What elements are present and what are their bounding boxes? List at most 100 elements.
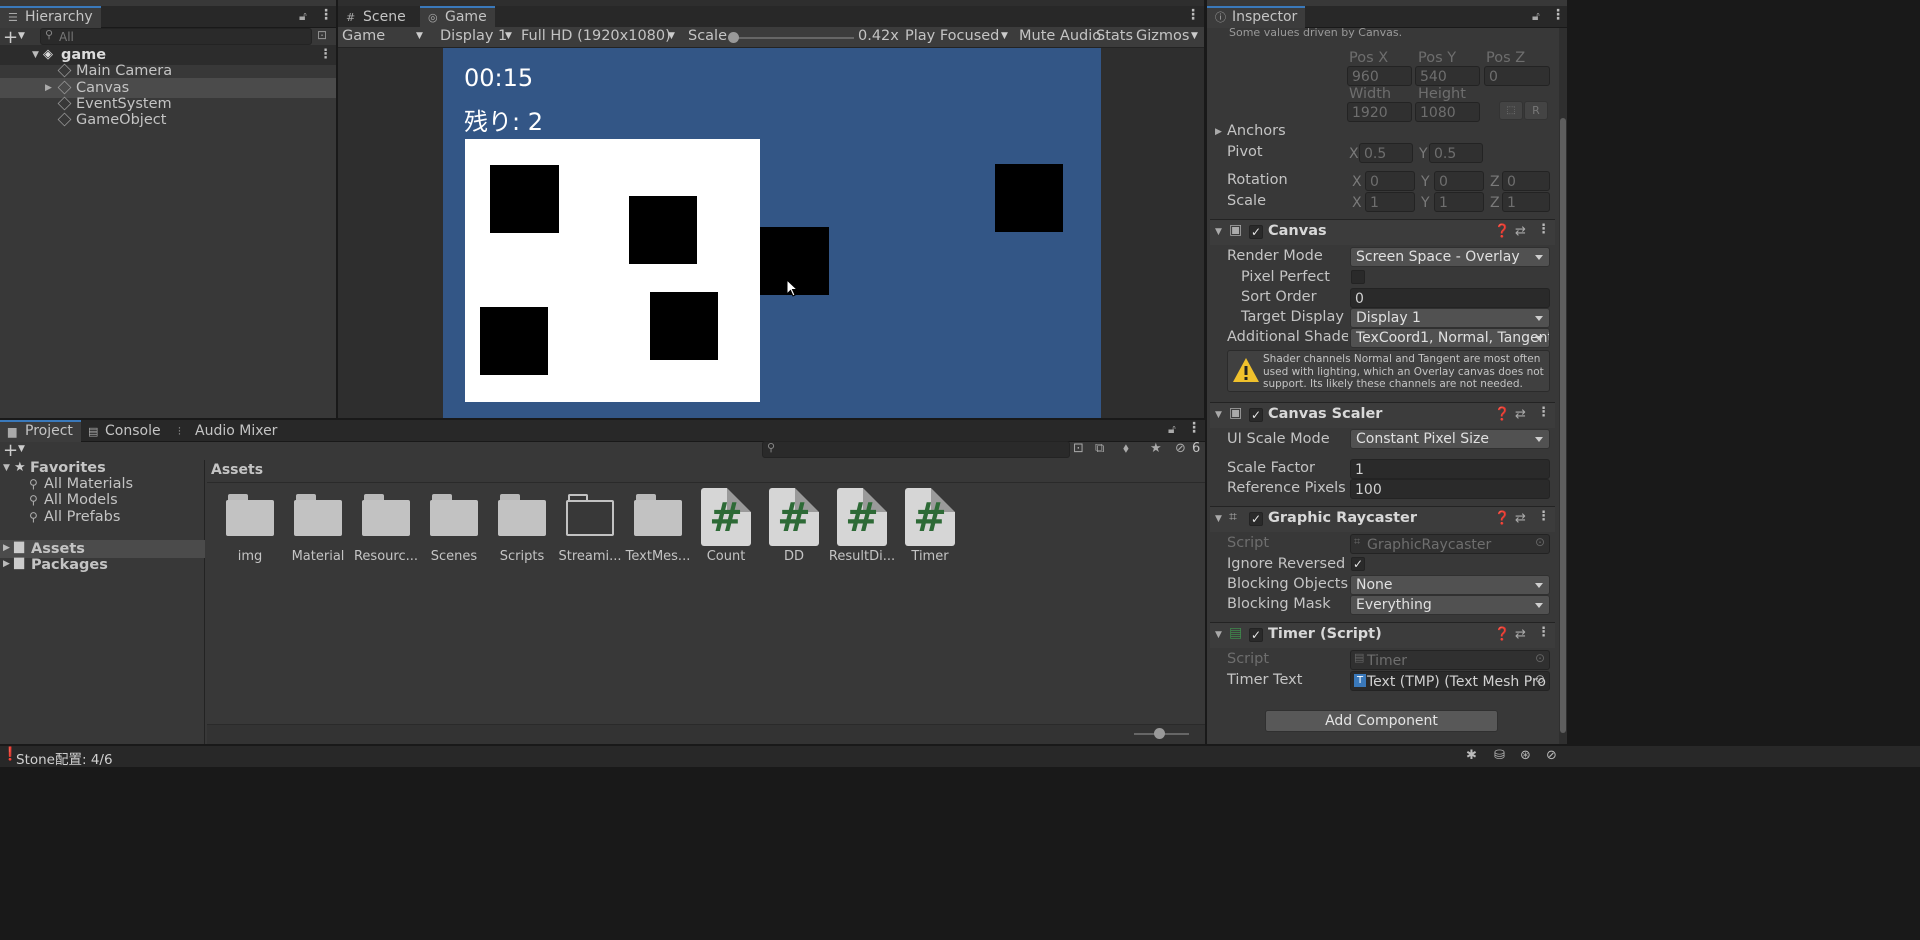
stone[interactable] (480, 307, 548, 375)
scale-slider-handle[interactable] (728, 32, 739, 43)
expand-arrow-icon[interactable]: ▶ (3, 543, 10, 553)
presets-icon[interactable]: ⇄ (1515, 224, 1526, 239)
component-more-icon[interactable]: ⋮ (1537, 405, 1550, 420)
help-icon[interactable]: ❓ (1494, 407, 1510, 422)
game-mode-dropdown[interactable]: Game (342, 28, 385, 44)
tab-inspector[interactable]: ⓘ Inspector (1207, 6, 1306, 28)
more-icon[interactable]: ⋮ (319, 7, 333, 23)
asset-item[interactable]: # DD (755, 488, 833, 568)
pixel-perfect-checkbox[interactable] (1351, 270, 1365, 284)
component-more-icon[interactable]: ⋮ (1537, 625, 1550, 640)
scene-more-icon[interactable]: ⋮ (319, 45, 332, 65)
favorite-all-prefabs[interactable]: All Prefabs (44, 507, 120, 527)
expand-arrow-icon[interactable]: ▼ (1215, 410, 1222, 420)
hidden-packages-icon[interactable]: ⊘ (1175, 441, 1186, 456)
asset-item[interactable]: Scenes (415, 490, 493, 568)
blueprint-mode-button[interactable]: ⬚ (1499, 101, 1523, 120)
shader-channels-dropdown[interactable]: TexCoord1, Normal, Tangent (1350, 328, 1550, 348)
expand-arrow-icon[interactable]: ▶ (1215, 127, 1222, 137)
tab-project[interactable]: ▆ Project (0, 420, 81, 442)
resolution-dropdown[interactable]: Full HD (1920x1080) (521, 28, 671, 44)
blocking-objects-dropdown[interactable]: None (1350, 575, 1550, 595)
tab-scene[interactable]: # Scene (338, 6, 414, 28)
tab-game[interactable]: ◎ Game (420, 6, 495, 28)
raw-edit-button[interactable]: R (1524, 101, 1548, 120)
target-display-dropdown[interactable]: Display 1 (1350, 308, 1550, 328)
more-icon[interactable]: ⋮ (1551, 7, 1565, 23)
canvas-enabled-checkbox[interactable]: ✓ (1249, 225, 1263, 239)
lock-icon[interactable]: 🔓︎ (1532, 9, 1540, 24)
cache-icon[interactable]: ⛁ (1494, 748, 1505, 763)
ui-scale-mode-dropdown[interactable]: Constant Pixel Size (1350, 429, 1550, 449)
help-icon[interactable]: ❓ (1494, 511, 1510, 526)
chevron-down-icon[interactable]: ▼ (18, 31, 25, 41)
view-more-icon[interactable]: ⋮ (1186, 7, 1200, 23)
asset-item[interactable]: # Count (687, 488, 765, 568)
asset-item[interactable]: Scripts (483, 490, 561, 568)
graphic-raycaster-enabled-checkbox[interactable]: ✓ (1249, 512, 1263, 526)
search-scope-icon[interactable]: ⊡ (1073, 441, 1084, 456)
expand-arrow-icon[interactable]: ▼ (1215, 227, 1222, 237)
type-filter-icon[interactable]: ⧉ (1095, 441, 1104, 456)
icon-size-slider-handle[interactable] (1154, 728, 1165, 739)
play-focused-dropdown[interactable]: Play Focused (905, 28, 999, 44)
asset-item[interactable]: # ResultDi... (823, 488, 901, 568)
expand-arrow-icon[interactable]: ▼ (32, 45, 39, 65)
chevron-down-icon[interactable]: ▼ (18, 444, 25, 454)
ref-pixels-field[interactable]: 100 (1350, 479, 1550, 499)
expand-arrow-icon[interactable]: ▶ (45, 78, 52, 98)
stone[interactable] (995, 164, 1063, 232)
expand-arrow-icon[interactable]: ▶ (3, 559, 10, 569)
create-icon[interactable]: + (3, 440, 18, 461)
favorite-star-icon[interactable]: ★ (1150, 441, 1162, 456)
debug-icon[interactable]: ✱ (1466, 748, 1477, 763)
component-more-icon[interactable]: ⋮ (1537, 509, 1550, 524)
inspector-scroll-thumb[interactable] (1560, 118, 1566, 733)
mute-audio-toggle[interactable]: Mute Audio (1019, 28, 1101, 44)
add-component-button[interactable]: Add Component (1265, 710, 1498, 732)
game-viewport[interactable]: 00:15 残り: 2 (443, 48, 1101, 418)
progress-icon[interactable]: ⊘ (1546, 748, 1557, 763)
blocking-mask-dropdown[interactable]: Everything (1350, 595, 1550, 615)
tab-hierarchy[interactable]: ☰ Hierarchy (0, 6, 101, 28)
hierarchy-item-gameobject[interactable]: GameObject (57, 110, 166, 130)
project-search-input[interactable] (762, 441, 1070, 458)
stone[interactable] (490, 165, 559, 233)
object-picker-icon[interactable]: ⊙ (1535, 672, 1545, 686)
expand-arrow-icon[interactable]: ▼ (1215, 630, 1222, 640)
search-filter-icon[interactable]: ⊡ (317, 28, 327, 42)
object-picker-icon[interactable]: ⊙ (1535, 651, 1545, 665)
asset-item[interactable]: Material (279, 490, 357, 568)
scale-slider[interactable] (732, 37, 854, 39)
stats-toggle[interactable]: Stats (1096, 28, 1133, 44)
render-mode-dropdown[interactable]: Screen Space - Overlay (1350, 247, 1550, 267)
breadcrumb[interactable]: Assets (211, 462, 263, 478)
stone[interactable] (629, 196, 697, 264)
display-dropdown[interactable]: Display 1 (440, 28, 507, 44)
posz-field[interactable]: 0 (1484, 66, 1550, 86)
asset-item[interactable]: # Timer (891, 488, 969, 568)
presets-icon[interactable]: ⇄ (1515, 627, 1526, 642)
status-message[interactable]: Stone配置: 4/6 (16, 748, 113, 768)
label-filter-icon[interactable]: ⬧ (1123, 441, 1129, 456)
tab-console[interactable]: ▤ Console (80, 420, 169, 442)
timer-script-enabled-checkbox[interactable]: ✓ (1249, 628, 1263, 642)
stone[interactable] (650, 292, 718, 360)
expand-arrow-icon[interactable]: ▼ (1215, 514, 1222, 524)
asset-item[interactable]: TextMes... (619, 490, 697, 568)
lock-icon[interactable]: 🔓︎ (1168, 422, 1176, 437)
timer-text-field[interactable]: Text (TMP) (Text Mesh Pro U (1350, 671, 1550, 691)
anchors-foldout[interactable]: Anchors (1227, 123, 1286, 139)
hierarchy-search-input[interactable]: All (40, 28, 312, 45)
asset-item[interactable]: img (211, 490, 289, 568)
tab-audio-mixer[interactable]: ⫶ Audio Mixer (170, 420, 285, 442)
presets-icon[interactable]: ⇄ (1515, 407, 1526, 422)
component-more-icon[interactable]: ⋮ (1537, 222, 1550, 237)
help-icon[interactable]: ❓ (1494, 627, 1510, 642)
ignore-reversed-checkbox[interactable]: ✓ (1351, 557, 1365, 571)
asset-item[interactable]: Streami... (551, 490, 629, 568)
more-icon[interactable]: ⋮ (1187, 420, 1201, 436)
expand-arrow-icon[interactable]: ▼ (3, 463, 10, 473)
tree-item-packages[interactable]: Packages (31, 555, 108, 575)
lock-icon[interactable]: 🔓︎ (299, 9, 307, 24)
